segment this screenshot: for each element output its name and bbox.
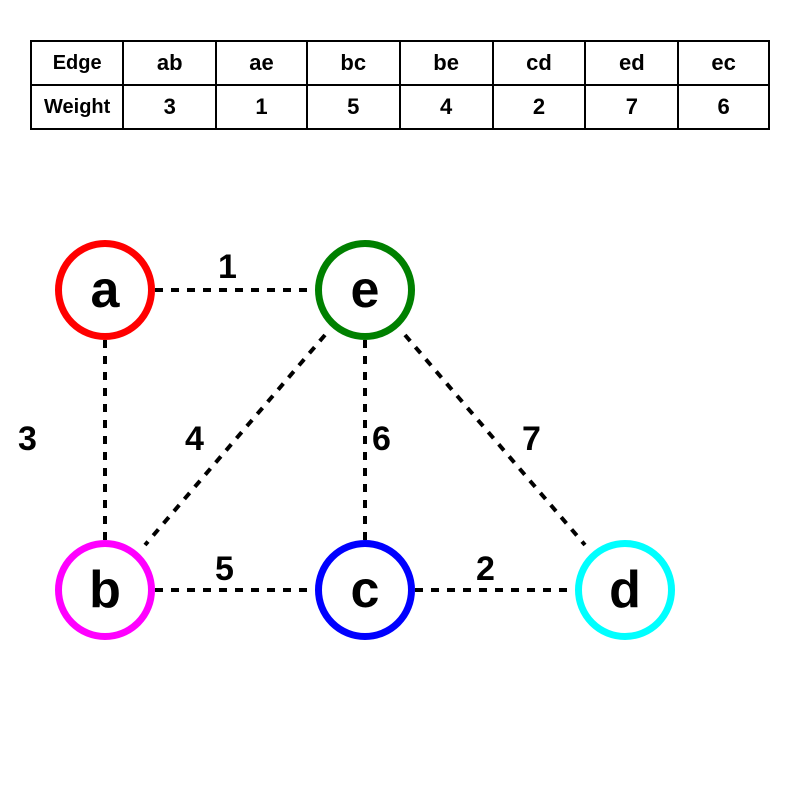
edge-label-ae: 1 <box>218 248 237 287</box>
table-weight-ab: 3 <box>123 85 216 129</box>
graph-area: a e b c d 1 3 4 6 7 5 2 <box>0 200 800 780</box>
edge-ed <box>405 335 585 545</box>
node-a: a <box>55 240 155 340</box>
table-weight-ec: 6 <box>678 85 769 129</box>
edge-label-bc: 5 <box>215 550 234 589</box>
node-c: c <box>315 540 415 640</box>
table-weight-ed: 7 <box>585 85 678 129</box>
table-header-ae: ae <box>216 41 307 85</box>
table-header-ec: ec <box>678 41 769 85</box>
node-d: d <box>575 540 675 640</box>
table-header-cd: cd <box>493 41 586 85</box>
table-weight-bc: 5 <box>307 85 400 129</box>
node-b: b <box>55 540 155 640</box>
node-e: e <box>315 240 415 340</box>
table-weight-ae: 1 <box>216 85 307 129</box>
table-header-ed: ed <box>585 41 678 85</box>
edge-be <box>145 335 325 545</box>
table-header-ab: ab <box>123 41 216 85</box>
table-weight-label: Weight <box>31 85 123 129</box>
edge-weight-table: Edge ab ae bc be cd ed ec Weight 3 1 5 4… <box>30 40 770 130</box>
edge-label-ab: 3 <box>18 420 37 459</box>
table-header-be: be <box>400 41 493 85</box>
table-weight-cd: 2 <box>493 85 586 129</box>
table-header-bc: bc <box>307 41 400 85</box>
edge-label-cd: 2 <box>476 550 495 589</box>
table-weight-be: 4 <box>400 85 493 129</box>
edge-label-ec: 6 <box>372 420 391 459</box>
edge-label-ed: 7 <box>522 420 541 459</box>
edge-label-be: 4 <box>185 420 204 459</box>
table-header-edge: Edge <box>31 41 123 85</box>
